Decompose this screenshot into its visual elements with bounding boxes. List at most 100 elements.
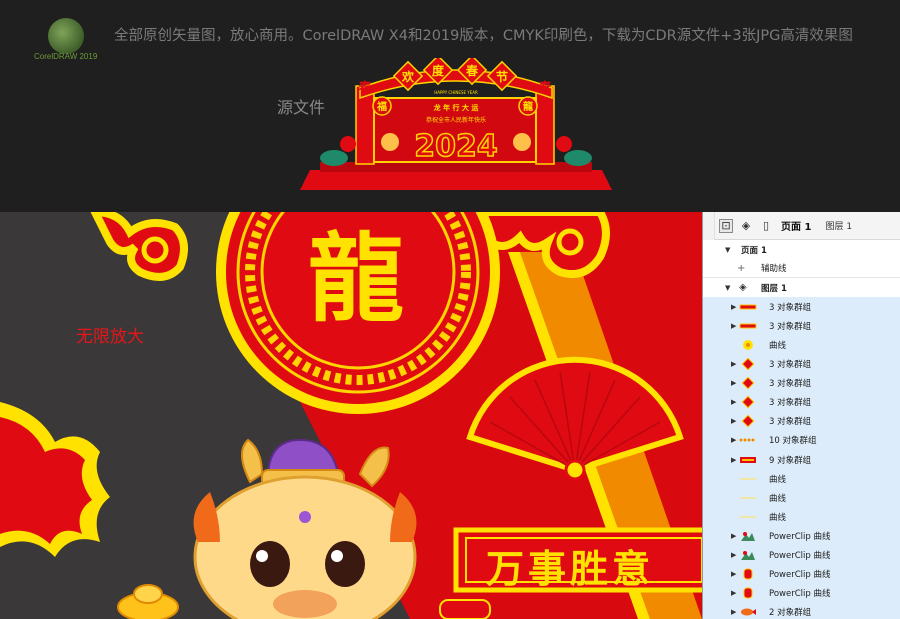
object-row-label: 3 对象群组 <box>769 379 812 390</box>
object-row[interactable]: 曲线 <box>703 469 900 489</box>
group-thumbnail-icon <box>739 301 757 313</box>
header-banner: CorelDRAW 2019 全部原创矢量图，放心商用。CorelDRAW X4… <box>0 0 900 212</box>
expand-arrow-icon[interactable]: ▶ <box>731 589 736 597</box>
object-row[interactable]: ▶ PowerClip 曲线 <box>703 526 900 546</box>
curve-thumbnail-icon <box>739 339 757 351</box>
expand-arrow-icon[interactable]: ▶ <box>731 417 736 425</box>
svg-text:HAPPY CHINESE YEAR: HAPPY CHINESE YEAR <box>434 90 478 95</box>
powerclip-thumbnail-icon <box>739 549 757 561</box>
current-page-title[interactable]: 页面 1 <box>781 218 811 233</box>
object-row[interactable]: ▶ 3 对象群组 <box>703 373 900 393</box>
svg-text:度: 度 <box>432 63 445 78</box>
layers-icon[interactable]: ◈ <box>739 219 753 233</box>
object-row-label: 9 对象群组 <box>769 455 812 466</box>
svg-text:欢: 欢 <box>401 69 415 84</box>
object-row-label: 3 对象群组 <box>769 302 812 313</box>
object-row-label: PowerClip 曲线 <box>769 570 831 581</box>
object-row[interactable]: ▶ PowerClip 曲线 <box>703 545 900 565</box>
powerclip-thumbnail-icon <box>739 568 757 580</box>
object-row[interactable]: ▶ PowerClip 曲线 <box>703 583 900 603</box>
objects-docker[interactable]: ⊡ ◈ ▯ 页面 1 图层 1 ▼ 页面 1 + 辅助线 ▼ ◈ 图层 1 ▶ 3… <box>702 212 900 619</box>
expand-arrow-icon[interactable]: ▶ <box>731 532 736 540</box>
group-thumbnail-icon <box>739 434 757 446</box>
collapse-arrow-icon[interactable]: ▼ <box>725 246 730 254</box>
object-row[interactable]: ▶ 3 对象群组 <box>703 316 900 336</box>
show-object-properties-icon[interactable]: ⊡ <box>719 218 733 233</box>
objects-toolbar: ⊡ ◈ ▯ 页面 1 图层 1 <box>703 212 900 240</box>
group-thumbnail-icon <box>739 454 757 466</box>
blessing-banner-text: 万事胜意 <box>486 546 655 591</box>
object-row-label: 曲线 <box>769 512 787 523</box>
object-row-label: 3 对象群组 <box>769 398 812 409</box>
object-row[interactable]: ▶ 3 对象群组 <box>703 392 900 412</box>
object-row-label: 3 对象群组 <box>769 417 812 428</box>
object-row-label: 曲线 <box>769 474 787 485</box>
expand-arrow-icon[interactable]: ▶ <box>731 398 736 406</box>
preview-year-text: 2024 <box>414 129 498 164</box>
expand-arrow-icon[interactable]: ▶ <box>731 379 736 387</box>
expand-arrow-icon[interactable]: ▶ <box>731 436 736 444</box>
object-row[interactable]: 曲线 <box>703 488 900 508</box>
infinite-zoom-label: 无限放大 <box>76 327 144 347</box>
object-row-label: PowerClip 曲线 <box>769 531 831 542</box>
object-row[interactable]: 曲线 <box>703 335 900 355</box>
expand-arrow-icon[interactable]: ▶ <box>731 322 736 330</box>
object-row-label: PowerClip 曲线 <box>769 551 831 562</box>
headline-text: 全部原创矢量图，放心商用。CorelDRAW X4和2019版本，CMYK印刷色… <box>114 28 853 44</box>
tree-page-row[interactable]: ▼ 页面 1 <box>703 240 900 260</box>
expand-arrow-icon[interactable]: ▶ <box>731 570 736 578</box>
curve-thumbnail-icon <box>739 511 757 523</box>
object-row[interactable]: ▶ 10 对象群组 <box>703 430 900 451</box>
svg-text:春: 春 <box>357 80 372 96</box>
guides-icon: + <box>737 262 746 274</box>
object-row[interactable]: ▶ 9 对象群组 <box>703 450 900 470</box>
object-row[interactable]: ▶ 3 对象群组 <box>703 354 900 374</box>
medallion-character: 龍 <box>308 222 404 335</box>
expand-arrow-icon[interactable]: ▶ <box>731 303 736 311</box>
curve-thumbnail-icon <box>739 473 757 485</box>
logo-caption: CorelDRAW 2019 <box>34 52 98 61</box>
expand-arrow-icon[interactable]: ▶ <box>731 608 736 616</box>
group-thumbnail-icon <box>739 395 757 409</box>
curve-thumbnail-icon <box>739 492 757 504</box>
object-row[interactable]: ▶ PowerClip 曲线 <box>703 564 900 584</box>
current-layer-title[interactable]: 图层 1 <box>825 219 852 232</box>
flame-ornament <box>0 402 110 557</box>
svg-text:龍: 龍 <box>523 100 533 113</box>
expand-arrow-icon[interactable]: ▶ <box>731 360 736 368</box>
svg-text:恭祝全市人民新年快乐: 恭祝全市人民新年快乐 <box>426 116 486 124</box>
group-thumbnail-icon <box>739 320 757 332</box>
powerclip-thumbnail-icon <box>739 587 757 599</box>
object-row[interactable]: ▶ 3 对象群组 <box>703 411 900 431</box>
design-preview-thumbnail: 欢 度 春 节 春 春 福 龍 HAPPY CHINESE YEAR 龙 年 行… <box>300 58 612 190</box>
expand-arrow-icon[interactable]: ▶ <box>731 551 736 559</box>
svg-text:龙 年 行 大 运: 龙 年 行 大 运 <box>433 103 480 112</box>
object-row-label: 3 对象群组 <box>769 360 812 371</box>
object-row-label: PowerClip 曲线 <box>769 589 831 600</box>
dragon-mascot <box>193 438 417 619</box>
expand-arrow-icon[interactable]: ▶ <box>731 456 736 464</box>
object-row-label: 曲线 <box>769 493 787 504</box>
object-row[interactable]: 曲线 <box>703 507 900 527</box>
svg-text:春: 春 <box>465 63 479 78</box>
page-icon[interactable]: ▯ <box>759 219 773 233</box>
layer-icon: ◈ <box>739 282 747 294</box>
powerclip-thumbnail-icon <box>739 530 757 542</box>
collapse-arrow-icon[interactable]: ▼ <box>725 284 730 292</box>
svg-text:春: 春 <box>537 80 552 96</box>
svg-text:福: 福 <box>376 100 387 113</box>
gold-ingot <box>117 584 179 619</box>
drawing-canvas[interactable]: 龍 无限放大 万事胜意 <box>0 212 702 619</box>
cloud-scroll-left <box>90 212 188 281</box>
object-row-label: 10 对象群组 <box>769 436 817 447</box>
object-row[interactable]: ▶ 3 对象群组 <box>703 297 900 317</box>
tree-guides-row[interactable]: + 辅助线 <box>703 259 900 279</box>
group-thumbnail-icon <box>739 357 757 371</box>
svg-text:节: 节 <box>496 69 508 84</box>
preview-stage <box>300 170 612 190</box>
object-row-label: 曲线 <box>769 341 787 352</box>
object-row[interactable]: ▶ 2 对象群组 <box>703 602 900 619</box>
group-thumbnail-icon <box>739 415 757 428</box>
object-tree: ▼ 页面 1 + 辅助线 ▼ ◈ 图层 1 ▶ 3 对象群组 ▶ 3 对象群组 曲线 ▶ 3… <box>703 240 900 619</box>
tree-layer-row[interactable]: ▼ ◈ 图层 1 <box>703 278 900 298</box>
